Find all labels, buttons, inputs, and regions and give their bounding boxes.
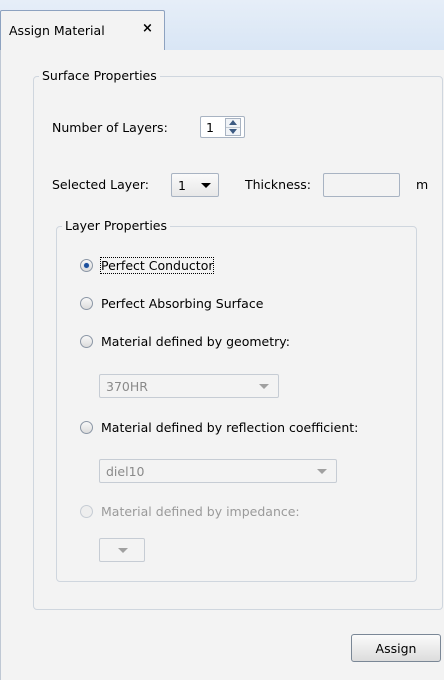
assign-material-panel: Surface Properties Number of Layers: 1 S… (0, 50, 444, 680)
surface-properties-title: Surface Properties (39, 68, 160, 83)
selected-layer-label: Selected Layer: (52, 177, 150, 192)
tab-bar: Assign Material × (0, 0, 444, 51)
number-of-layers-value: 1 (206, 120, 214, 135)
chevron-down-icon (201, 183, 211, 188)
selected-layer-value: 1 (178, 178, 186, 193)
assign-button[interactable]: Assign (351, 634, 441, 662)
radio-button[interactable] (80, 421, 93, 434)
layer-properties-title: Layer Properties (62, 218, 170, 233)
radio-label: Perfect Absorbing Surface (101, 296, 264, 311)
chevron-down-icon (118, 548, 128, 553)
radio-label: Perfect Conductor (99, 257, 215, 274)
reflection-material-dropdown[interactable]: diel10 (99, 459, 337, 483)
layer-properties-group (56, 226, 417, 582)
number-of-layers-spinner[interactable]: 1 (200, 116, 245, 138)
close-icon[interactable]: × (142, 21, 153, 36)
radio-button (80, 505, 93, 518)
tab-assign-material[interactable]: Assign Material × (0, 10, 165, 51)
geometry-material-dropdown[interactable]: 370HR (99, 374, 279, 398)
chevron-down-icon (259, 384, 269, 389)
radio-button[interactable] (80, 335, 93, 348)
tab-title: Assign Material (9, 23, 105, 38)
thickness-unit: m (416, 177, 429, 192)
spin-down-icon[interactable] (226, 127, 240, 135)
number-of-layers-label: Number of Layers: (52, 120, 168, 135)
geometry-material-value: 370HR (106, 379, 148, 394)
reflection-material-value: diel10 (106, 464, 145, 479)
radio-label: Material defined by impedance: (101, 504, 300, 519)
chevron-down-icon (317, 469, 327, 474)
radio-button[interactable] (80, 297, 93, 310)
radio-label: Material defined by geometry: (101, 334, 290, 349)
radio-button[interactable] (80, 259, 93, 272)
selected-layer-dropdown[interactable]: 1 (171, 173, 219, 197)
spinner-buttons (225, 118, 241, 136)
impedance-material-dropdown (99, 538, 145, 562)
thickness-input[interactable] (323, 173, 400, 197)
thickness-label: Thickness: (245, 177, 311, 192)
radio-label: Material defined by reflection coefficie… (101, 420, 359, 435)
